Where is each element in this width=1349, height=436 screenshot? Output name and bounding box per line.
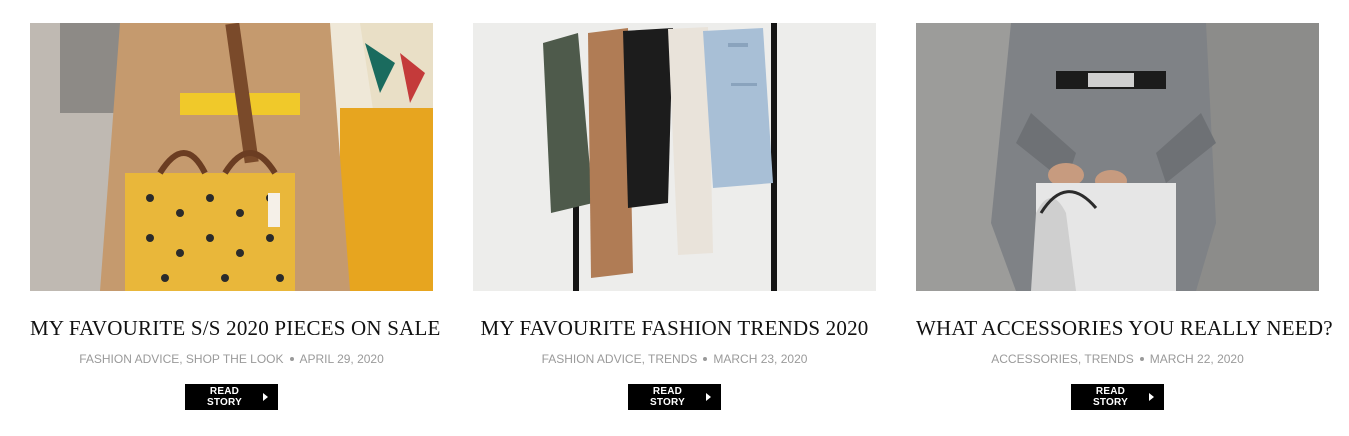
play-arrow-icon [1149,393,1154,401]
post-title[interactable]: MY FAVOURITE FASHION TRENDS 2020 [473,315,876,341]
post-card: WHAT ACCESSORIES YOU REALLY NEED? ACCESS… [916,23,1333,423]
post-image [473,23,876,291]
post-card: MY FAVOURITE FASHION TRENDS 2020 FASHION… [473,23,876,423]
separator-dot-icon [289,356,294,361]
post-image [30,23,433,291]
post-categories[interactable]: FASHION ADVICE, TRENDS [542,352,698,366]
post-card: MY FAVOURITE S/S 2020 PIECES ON SALE FAS… [30,23,440,423]
blog-post-grid: MY FAVOURITE S/S 2020 PIECES ON SALE FAS… [30,23,1333,423]
post-categories[interactable]: ACCESSORIES, TRENDS [991,352,1133,366]
post-meta: FASHION ADVICE, TRENDS MARCH 23, 2020 [473,351,876,367]
post-date: APRIL 29, 2020 [299,352,384,366]
separator-dot-icon [1139,356,1144,361]
post-date: MARCH 22, 2020 [1149,352,1244,366]
post-categories[interactable]: FASHION ADVICE, SHOP THE LOOK [79,352,283,366]
post-image-handbag[interactable] [916,23,1319,291]
separator-dot-icon [703,356,708,361]
post-image-clothing-rack[interactable] [473,23,876,291]
post-title[interactable]: WHAT ACCESSORIES YOU REALLY NEED? [916,315,1333,341]
read-story-button[interactable]: READ STORY [628,384,721,410]
read-story-label: READ STORY [1093,386,1128,408]
read-story-label: READ STORY [207,386,242,408]
read-story-button[interactable]: READ STORY [185,384,278,410]
post-date: MARCH 23, 2020 [713,352,808,366]
play-arrow-icon [263,393,268,401]
play-arrow-icon [706,393,711,401]
read-story-label: READ STORY [650,386,685,408]
post-meta: ACCESSORIES, TRENDS MARCH 22, 2020 [916,351,1319,367]
post-image [916,23,1319,291]
read-story-button[interactable]: READ STORY [1071,384,1164,410]
post-title[interactable]: MY FAVOURITE S/S 2020 PIECES ON SALE [30,315,440,341]
post-meta: FASHION ADVICE, SHOP THE LOOK APRIL 29, 2… [30,351,433,367]
post-image-tote-bag[interactable] [30,23,433,291]
